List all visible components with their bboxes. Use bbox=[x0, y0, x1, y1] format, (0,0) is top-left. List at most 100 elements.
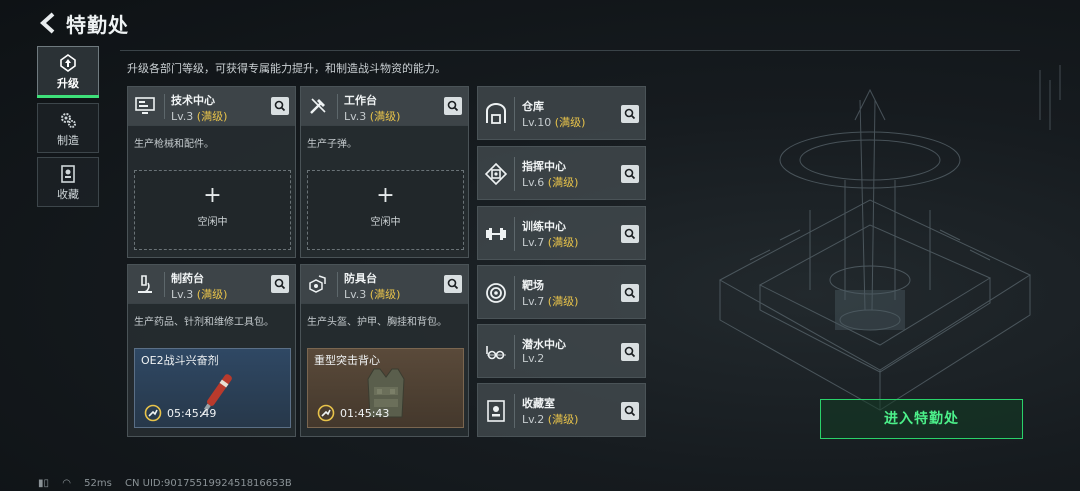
magnifier-icon bbox=[624, 108, 636, 120]
idle-production-slot[interactable]: + 空闲中 bbox=[307, 170, 464, 250]
diving-goggles-icon bbox=[486, 346, 506, 360]
level-value: Lv.3 bbox=[171, 110, 194, 123]
search-button[interactable] bbox=[621, 343, 639, 361]
plus-icon: + bbox=[203, 183, 222, 208]
card-description: 生产枪械和配件。 bbox=[134, 139, 214, 150]
level-value: Lv.6 bbox=[522, 176, 545, 189]
level-value: Lv.10 bbox=[522, 116, 552, 129]
crafting-time-remaining: 01:45:43 bbox=[340, 407, 390, 420]
nav-tab-collection[interactable]: 收藏 bbox=[37, 157, 99, 207]
card-level: Lv.3 (满级) bbox=[344, 108, 400, 124]
magnifier-icon bbox=[447, 278, 459, 290]
max-level-badge: (满级) bbox=[547, 413, 579, 426]
level-value: Lv.3 bbox=[344, 288, 367, 301]
ping-value: 52ms bbox=[84, 478, 112, 489]
facility-level: Lv.7 (满级) bbox=[522, 293, 578, 309]
idle-status: 空闲中 bbox=[197, 217, 228, 228]
magnifier-icon bbox=[624, 228, 636, 240]
nav-tab-upgrade[interactable]: 升级 bbox=[37, 46, 99, 98]
search-button[interactable] bbox=[271, 97, 289, 115]
facility-shooting-range[interactable]: 靶场 Lv.7 (满级) bbox=[477, 265, 646, 319]
crafting-item-name: OE2战斗兴奋剂 bbox=[141, 354, 219, 367]
facility-name: 指挥中心 bbox=[522, 160, 566, 173]
timer-icon bbox=[317, 404, 335, 422]
card-level: Lv.3 (满级) bbox=[344, 286, 400, 302]
facility-level: Lv.6 (满级) bbox=[522, 174, 578, 190]
collection-room-icon bbox=[487, 400, 505, 422]
magnifier-icon bbox=[274, 278, 286, 290]
magnifier-icon bbox=[624, 168, 636, 180]
user-uid: CN UID:9017551992451816653B bbox=[125, 478, 292, 489]
crafting-slot[interactable]: OE2战斗兴奋剂 05:45:49 bbox=[134, 348, 291, 428]
nav-label: 制造 bbox=[57, 134, 79, 147]
level-value: Lv.2 bbox=[522, 413, 545, 426]
search-button[interactable] bbox=[621, 105, 639, 123]
magnifier-icon bbox=[447, 100, 459, 112]
divider bbox=[514, 276, 515, 310]
back-arrow-icon[interactable] bbox=[36, 10, 62, 36]
card-title: 技术中心 bbox=[171, 94, 215, 107]
header-divider bbox=[120, 50, 1020, 51]
nav-tab-craft[interactable]: 制造 bbox=[37, 103, 99, 153]
max-level-badge: (满级) bbox=[369, 288, 401, 301]
facility-collection-room[interactable]: 收藏室 Lv.2 (满级) bbox=[477, 383, 646, 437]
search-button[interactable] bbox=[621, 284, 639, 302]
status-bar: ▮▯ ◠ 52ms CN UID:9017551992451816653B bbox=[38, 478, 302, 489]
nav-label: 升级 bbox=[57, 77, 79, 90]
facility-diving-center[interactable]: 潜水中心 Lv.2 bbox=[477, 324, 646, 378]
plus-icon: + bbox=[376, 183, 395, 208]
max-level-badge: (满级) bbox=[547, 295, 579, 308]
battery-icon: ▮▯ bbox=[38, 478, 50, 489]
warehouse-icon bbox=[486, 103, 506, 124]
search-button[interactable] bbox=[444, 275, 462, 293]
command-center-icon bbox=[484, 162, 508, 186]
facility-level: Lv.10 (满级) bbox=[522, 114, 585, 130]
facility-command-center[interactable]: 指挥中心 Lv.6 (满级) bbox=[477, 146, 646, 200]
card-header: 工作台 Lv.3 (满级) bbox=[301, 87, 468, 126]
collection-icon bbox=[61, 165, 75, 183]
divider bbox=[514, 394, 515, 428]
search-button[interactable] bbox=[444, 97, 462, 115]
wifi-icon: ◠ bbox=[62, 478, 71, 489]
divider bbox=[514, 97, 515, 131]
magnifier-icon bbox=[624, 405, 636, 417]
level-value: Lv.3 bbox=[344, 110, 367, 123]
divider bbox=[164, 272, 165, 297]
card-header: 防具台 Lv.3 (满级) bbox=[301, 265, 468, 304]
page-description: 升级各部门等级，可获得专属能力提升，和制造战斗物资的能力。 bbox=[127, 62, 446, 75]
facility-name: 仓库 bbox=[522, 100, 544, 113]
idle-production-slot[interactable]: + 空闲中 bbox=[134, 170, 291, 250]
tools-icon bbox=[310, 98, 326, 114]
max-level-badge: (满级) bbox=[369, 110, 401, 123]
dumbbell-icon bbox=[486, 228, 506, 240]
crafting-slot[interactable]: 重型突击背心 01:45:43 bbox=[307, 348, 464, 428]
upgrade-icon bbox=[60, 54, 76, 72]
nav-label: 收藏 bbox=[57, 188, 79, 201]
facility-name: 靶场 bbox=[522, 279, 544, 292]
search-button[interactable] bbox=[271, 275, 289, 293]
facility-training-center[interactable]: 训练中心 Lv.7 (满级) bbox=[477, 206, 646, 260]
search-button[interactable] bbox=[621, 165, 639, 183]
card-title: 防具台 bbox=[344, 272, 377, 285]
max-level-badge: (满级) bbox=[547, 176, 579, 189]
card-title: 工作台 bbox=[344, 94, 377, 107]
search-button[interactable] bbox=[621, 402, 639, 420]
divider bbox=[514, 217, 515, 251]
card-description: 生产子弹。 bbox=[307, 139, 357, 150]
card-tech-center: 技术中心 Lv.3 (满级) 生产枪械和配件。 + 空闲中 bbox=[127, 86, 296, 258]
facility-warehouse[interactable]: 仓库 Lv.10 (满级) bbox=[477, 86, 646, 140]
card-workbench: 工作台 Lv.3 (满级) 生产子弹。 + 空闲中 bbox=[300, 86, 469, 258]
search-button[interactable] bbox=[621, 225, 639, 243]
card-header: 制药台 Lv.3 (满级) bbox=[128, 265, 295, 304]
top-bar: 特勤处 bbox=[0, 0, 1080, 44]
facility-level: Lv.2 (满级) bbox=[522, 411, 578, 427]
idle-status: 空闲中 bbox=[370, 217, 401, 228]
divider bbox=[337, 272, 338, 297]
facility-level: Lv.7 (满级) bbox=[522, 234, 578, 250]
magnifier-icon bbox=[624, 346, 636, 358]
armor-parts-icon bbox=[309, 275, 326, 293]
enter-special-ops-button[interactable]: 进入特勤处 bbox=[820, 399, 1023, 439]
facility-name: 收藏室 bbox=[522, 397, 555, 410]
card-description: 生产头盔、护甲、胸挂和背包。 bbox=[307, 317, 447, 328]
divider bbox=[164, 94, 165, 119]
